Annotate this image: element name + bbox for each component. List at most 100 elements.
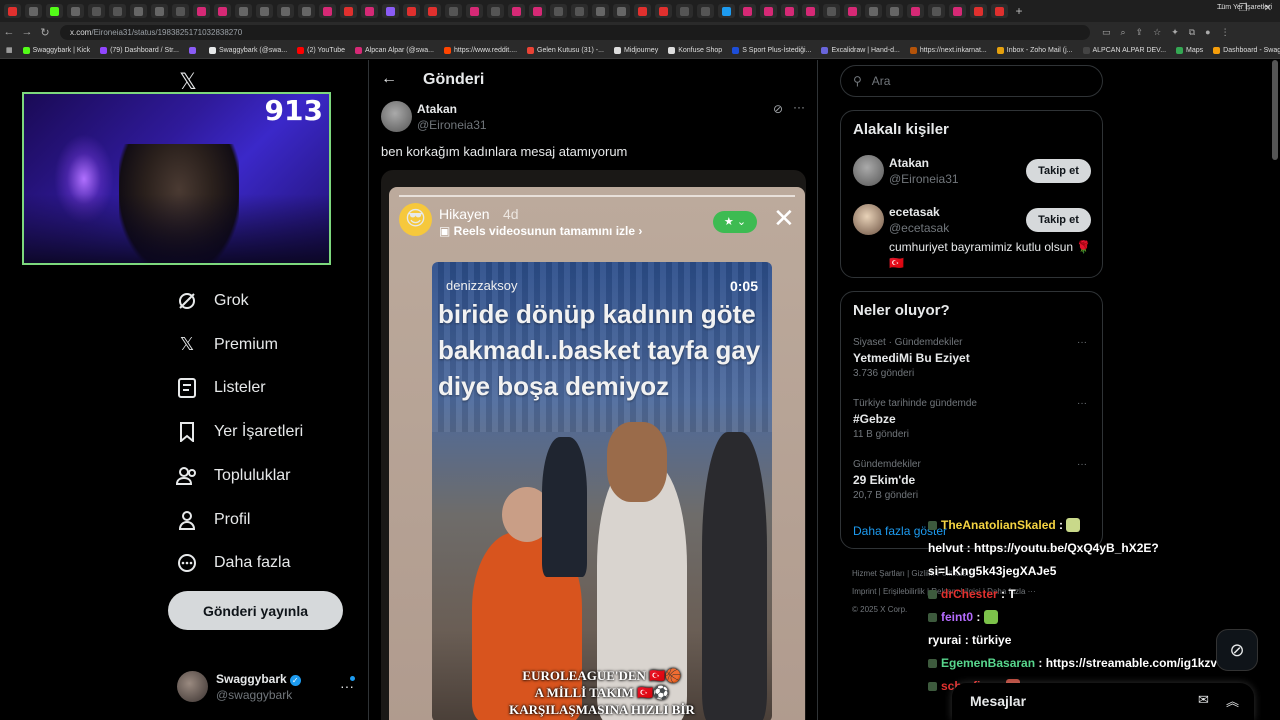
browser-tab[interactable] <box>592 4 609 18</box>
browser-tab[interactable] <box>46 4 63 18</box>
nav-item-listeler[interactable]: Listeler <box>176 375 266 401</box>
browser-tab[interactable] <box>109 4 126 18</box>
grok-fab-icon[interactable]: ⊘ <box>1216 629 1258 671</box>
bookmark-item[interactable]: https://next.inkarnat... <box>909 46 987 54</box>
browser-tab[interactable] <box>361 4 378 18</box>
browser-tab[interactable] <box>697 4 714 18</box>
bookmark-item[interactable]: Maps <box>1176 46 1203 54</box>
browser-tab[interactable] <box>277 4 294 18</box>
new-message-icon[interactable]: ✉ <box>1198 692 1209 708</box>
profile-icon[interactable]: ● <box>1205 27 1210 38</box>
avatar[interactable] <box>853 204 884 235</box>
tweet-avatar[interactable] <box>381 101 412 132</box>
nav-item-premium[interactable]: 𝕏 Premium <box>176 332 278 358</box>
bookmark-item[interactable]: ALPCAN ALPAR DEV... <box>1082 46 1166 54</box>
bookmark-item[interactable]: Swaggybark (@swa... <box>208 46 287 54</box>
nav-item-profil[interactable]: Profil <box>176 507 250 533</box>
browser-tab[interactable] <box>340 4 357 18</box>
browser-tab[interactable] <box>634 4 651 18</box>
extension-icon[interactable]: ✦ <box>1171 27 1179 38</box>
browser-tab[interactable] <box>676 4 693 18</box>
menu-icon[interactable]: ⋮ <box>1221 27 1230 38</box>
person-name[interactable]: Atakan <box>889 156 929 170</box>
puzzle-icon[interactable]: ⧉ <box>1189 27 1195 38</box>
bookmark-item[interactable]: Midjourney <box>613 46 658 54</box>
url-field[interactable]: x.com/Eironeia31/status/1983825171032838… <box>60 24 1090 40</box>
expand-icon[interactable]: ︽ <box>1226 691 1239 710</box>
nav-item-daha-fazla[interactable]: Daha fazla <box>176 550 291 576</box>
browser-tab[interactable] <box>718 4 735 18</box>
back-arrow-icon[interactable]: ← <box>381 70 397 88</box>
browser-tab[interactable] <box>865 4 882 18</box>
apps-icon[interactable]: ▦ <box>6 46 13 54</box>
trend-more-icon[interactable]: ··· <box>1077 337 1087 348</box>
all-bookmarks-link[interactable]: Tüm Yer İşaretleri <box>1217 4 1272 11</box>
browser-tab[interactable] <box>403 4 420 18</box>
back-icon[interactable]: ← <box>0 26 18 38</box>
browser-tab[interactable] <box>802 4 819 18</box>
browser-tab[interactable] <box>655 4 672 18</box>
bookmark-item[interactable]: Gelen Kutusu (31) -... <box>527 46 604 54</box>
avatar[interactable] <box>853 155 884 186</box>
browser-tab[interactable] <box>151 4 168 18</box>
trend-name[interactable]: YetmediMi Bu Eziyet <box>853 351 970 365</box>
new-tab-icon[interactable]: + <box>1012 4 1026 18</box>
browser-tab[interactable] <box>487 4 504 18</box>
nav-item-yer-i-şaretleri[interactable]: Yer İşaretleri <box>176 419 303 445</box>
browser-tab[interactable] <box>214 4 231 18</box>
nav-item-grok[interactable]: Grok <box>176 288 249 314</box>
messages-drawer[interactable]: Mesajlar ✉ ︽ <box>952 683 1254 720</box>
browser-tab[interactable] <box>193 4 210 18</box>
trend-name[interactable]: #Gebze <box>853 412 896 426</box>
browser-tab[interactable] <box>4 4 21 18</box>
bookmark-item[interactable]: Alpcan Alpar (@swa... <box>355 46 434 54</box>
person-name[interactable]: ecetasak <box>889 205 940 219</box>
browser-tab[interactable] <box>466 4 483 18</box>
browser-tab[interactable] <box>844 4 861 18</box>
tweet-media[interactable]: 😎 Hikayen 4d ▣ Reels videosunun tamamını… <box>381 170 806 720</box>
forward-icon[interactable]: → <box>18 26 36 38</box>
follow-button[interactable]: Takip et <box>1026 208 1091 232</box>
zoom-icon[interactable]: ⌕ <box>1121 27 1126 38</box>
browser-tab[interactable] <box>571 4 588 18</box>
browser-tab[interactable] <box>445 4 462 18</box>
browser-tab[interactable] <box>508 4 525 18</box>
browser-tab[interactable] <box>907 4 924 18</box>
browser-tab[interactable] <box>298 4 315 18</box>
browser-tab[interactable] <box>172 4 189 18</box>
browser-tab[interactable] <box>424 4 441 18</box>
browser-tab[interactable] <box>949 4 966 18</box>
page-scrollbar[interactable] <box>1272 60 1278 160</box>
browser-tab[interactable] <box>928 4 945 18</box>
browser-tab[interactable] <box>781 4 798 18</box>
tweet-more-icon[interactable]: ··· <box>793 100 805 114</box>
bookmark-item[interactable] <box>188 46 199 54</box>
bookmark-item[interactable]: Dashboard - Swagg... <box>1213 46 1280 54</box>
share-icon[interactable]: ⇪ <box>1136 27 1144 38</box>
account-switcher[interactable]: Swaggybark ✓ @swaggybark <box>177 670 301 702</box>
x-logo-icon[interactable]: 𝕏 <box>176 70 200 94</box>
browser-tab[interactable] <box>886 4 903 18</box>
tweet-author-handle[interactable]: @Eironeia31 <box>417 118 487 132</box>
search-input[interactable]: Ara <box>872 74 891 88</box>
browser-tab[interactable] <box>550 4 567 18</box>
browser-tab[interactable] <box>25 4 42 18</box>
bookmark-item[interactable]: Inbox - Zoho Mail (j... <box>996 46 1073 54</box>
cast-icon[interactable]: ▭ <box>1102 27 1111 38</box>
browser-tab[interactable] <box>613 4 630 18</box>
post-button[interactable]: Gönderi yayınla <box>168 591 343 630</box>
browser-tab[interactable] <box>529 4 546 18</box>
browser-tab[interactable] <box>130 4 147 18</box>
bookmark-item[interactable]: Excalidraw | Hand-d... <box>821 46 900 54</box>
browser-tab[interactable] <box>823 4 840 18</box>
bookmark-item[interactable]: Swaggybark | Kick <box>22 46 90 54</box>
tweet-author-name[interactable]: Atakan <box>417 102 457 116</box>
bookmark-item[interactable]: (2) YouTube <box>297 46 345 54</box>
browser-tab[interactable] <box>256 4 273 18</box>
bookmark-item[interactable]: Konfuse Shop <box>668 46 722 54</box>
search-box[interactable]: ⚲ Ara <box>840 65 1103 97</box>
reload-icon[interactable]: ↻ <box>36 26 54 39</box>
bookmark-item[interactable]: S Sport Plus-İstediği... <box>732 46 811 54</box>
browser-tab[interactable] <box>760 4 777 18</box>
star-icon[interactable]: ☆ <box>1153 27 1161 38</box>
